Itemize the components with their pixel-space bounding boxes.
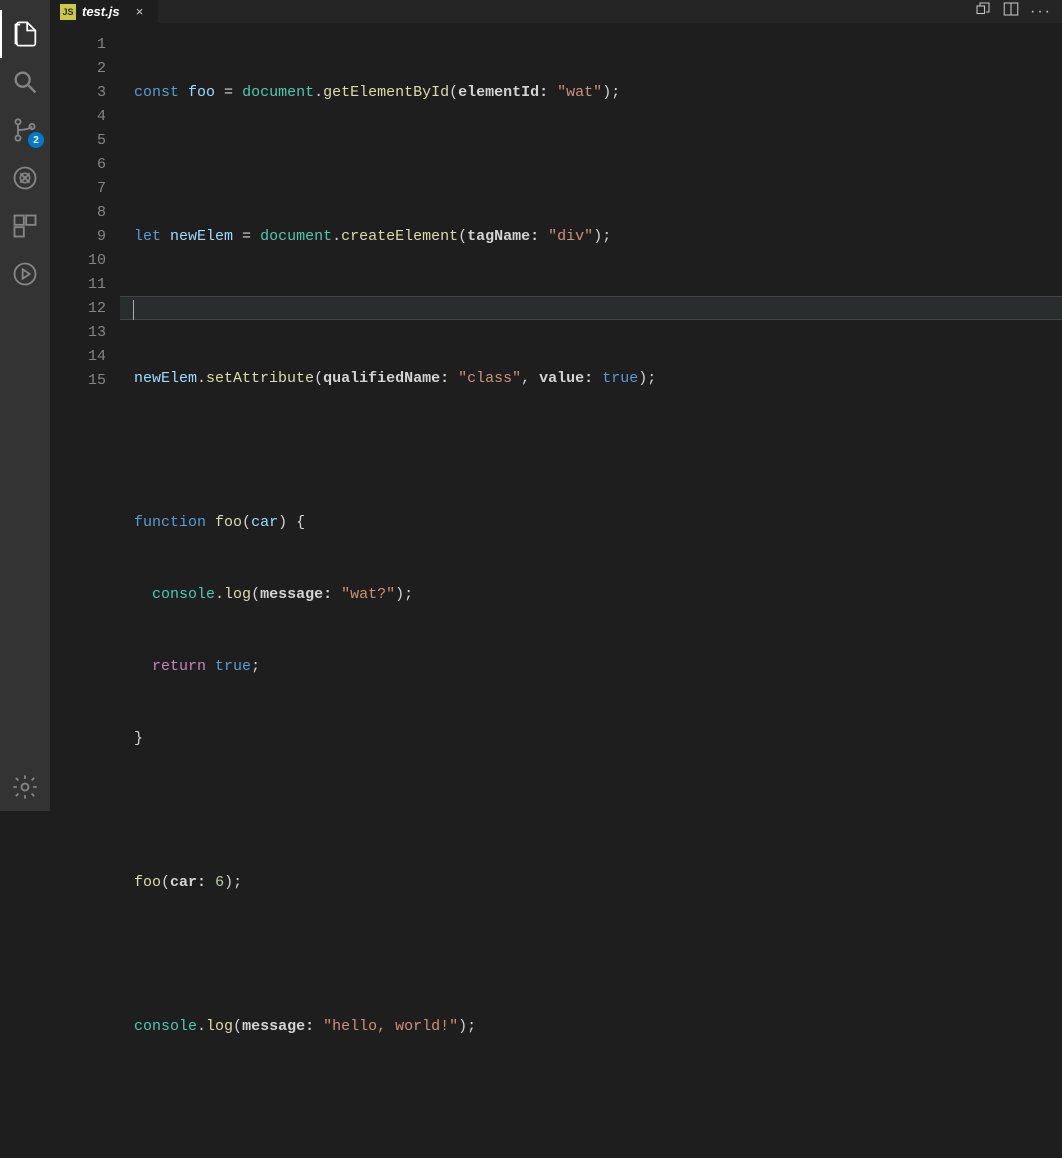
compare-changes-icon[interactable]	[974, 0, 992, 23]
code-line: console.log(message: "wat?");	[120, 583, 1062, 607]
settings-icon[interactable]	[0, 763, 50, 811]
activity-bar: 2	[0, 0, 50, 811]
code-line	[120, 439, 1062, 463]
source-control-icon[interactable]: 2	[0, 106, 50, 154]
tab-filename: test.js	[82, 4, 120, 19]
line-number: 5	[50, 129, 106, 153]
search-icon[interactable]	[0, 58, 50, 106]
line-number: 15	[50, 369, 106, 393]
code-line: console.log(message: "hello, world!");	[120, 1015, 1062, 1039]
tab-bar: JS test.js × ···	[50, 0, 1062, 23]
js-file-icon: JS	[60, 4, 76, 20]
code-line	[120, 1087, 1062, 1111]
line-number: 6	[50, 153, 106, 177]
line-gutter: 1 2 3 4 5 6 7 8 9 10 11 12 13 14 15	[50, 23, 120, 1158]
code-line: foo(car: 6);	[120, 871, 1062, 895]
line-number: 3	[50, 81, 106, 105]
more-actions-icon[interactable]: ···	[1030, 3, 1052, 21]
line-number: 8	[50, 201, 106, 225]
task-explorer-icon[interactable]	[0, 250, 50, 298]
line-number: 13	[50, 321, 106, 345]
line-number: 10	[50, 249, 106, 273]
line-number: 7	[50, 177, 106, 201]
editor-group: JS test.js × ··· 1 2 3 4 5 6 7 8 9 10 11	[50, 0, 1062, 811]
line-number: 12	[50, 297, 106, 321]
code-line: }	[120, 727, 1062, 751]
code-line: let newElem = document.createElement(tag…	[120, 225, 1062, 249]
extensions-icon[interactable]	[0, 202, 50, 250]
line-number: 1	[50, 33, 106, 57]
text-cursor	[133, 300, 134, 320]
code-content[interactable]: const foo = document.getElementById(elem…	[120, 23, 1062, 1158]
editor-actions: ···	[974, 0, 1062, 23]
code-line	[120, 153, 1062, 177]
code-line: function foo(car) {	[120, 511, 1062, 535]
line-number: 14	[50, 345, 106, 369]
code-line	[120, 943, 1062, 967]
tab-test-js[interactable]: JS test.js ×	[50, 0, 158, 23]
scm-badge: 2	[28, 132, 44, 148]
line-number: 2	[50, 57, 106, 81]
line-number: 4	[50, 105, 106, 129]
code-line: return true;	[120, 655, 1062, 679]
code-line	[120, 799, 1062, 823]
line-number: 9	[50, 225, 106, 249]
split-editor-icon[interactable]	[1002, 0, 1020, 23]
explorer-icon[interactable]	[0, 10, 50, 58]
code-line: const foo = document.getElementById(elem…	[120, 81, 1062, 105]
code-line: newElem.setAttribute(qualifiedName: "cla…	[120, 367, 1062, 391]
editor[interactable]: 1 2 3 4 5 6 7 8 9 10 11 12 13 14 15 cons…	[50, 23, 1062, 1158]
line-number: 11	[50, 273, 106, 297]
close-icon[interactable]: ×	[132, 4, 148, 20]
code-line-current	[120, 296, 1062, 320]
debug-icon[interactable]	[0, 154, 50, 202]
